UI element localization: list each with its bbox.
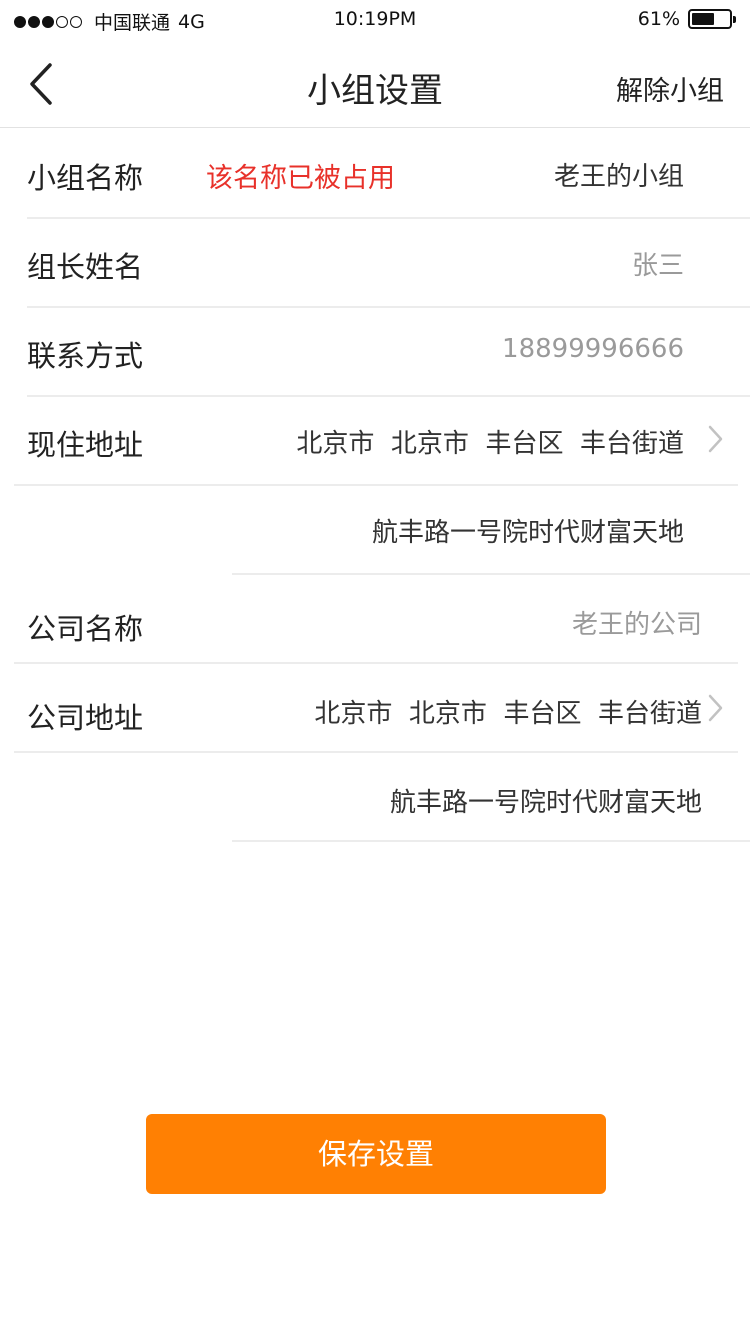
current-address-row[interactable]: 现住地址 北京市 北京市 丰台区 丰台街道 bbox=[0, 396, 750, 485]
group-name-field[interactable]: 老王的小组 bbox=[554, 156, 684, 193]
company-name-label: 公司名称 bbox=[27, 612, 144, 646]
company-name-row[interactable]: 公司名称 老王的公司 bbox=[0, 574, 750, 663]
leader-name-label: 组长姓名 bbox=[27, 250, 144, 284]
current-address-detail-row[interactable]: 航丰路一号院时代财富天地 bbox=[0, 485, 750, 574]
company-address-detail[interactable]: 航丰路一号院时代财富天地 bbox=[390, 782, 702, 819]
current-address-region[interactable]: 北京市 北京市 丰台区 丰台街道 bbox=[296, 423, 684, 460]
contact-field[interactable]: 18899996666 bbox=[502, 334, 684, 364]
current-address-label: 现住地址 bbox=[27, 428, 144, 462]
company-address-region[interactable]: 北京市 北京市 丰台区 丰台街道 bbox=[314, 693, 702, 730]
battery-level bbox=[692, 13, 714, 25]
current-address-detail[interactable]: 航丰路一号院时代财富天地 bbox=[372, 512, 684, 549]
chevron-right-icon bbox=[708, 425, 723, 453]
status-right: 61% bbox=[637, 8, 736, 30]
status-bar: 中国联通 4G 10:19PM 61% bbox=[0, 0, 750, 40]
battery-percent: 61% bbox=[637, 8, 680, 30]
battery-icon bbox=[688, 9, 736, 29]
divider bbox=[232, 840, 750, 842]
leader-name-field[interactable]: 张三 bbox=[632, 245, 684, 282]
company-name-field[interactable]: 老王的公司 bbox=[572, 604, 702, 641]
company-address-label: 公司地址 bbox=[27, 701, 144, 735]
leader-name-row[interactable]: 组长姓名 张三 bbox=[0, 218, 750, 307]
dissolve-group-button[interactable]: 解除小组 bbox=[616, 69, 724, 108]
contact-row[interactable]: 联系方式 18899996666 bbox=[0, 307, 750, 396]
chevron-right-icon bbox=[708, 694, 723, 722]
group-name-label: 小组名称 bbox=[27, 161, 144, 195]
group-name-row[interactable]: 小组名称 该名称已被占用 老王的小组 bbox=[0, 129, 750, 218]
contact-label: 联系方式 bbox=[27, 339, 144, 373]
company-address-row[interactable]: 公司地址 北京市 北京市 丰台区 丰台街道 bbox=[0, 663, 750, 752]
nav-bar: 小组设置 解除小组 bbox=[0, 40, 750, 128]
group-name-error: 该名称已被占用 bbox=[206, 163, 395, 194]
save-settings-button[interactable]: 保存设置 bbox=[146, 1114, 606, 1194]
company-address-detail-row[interactable]: 航丰路一号院时代财富天地 bbox=[0, 752, 750, 841]
